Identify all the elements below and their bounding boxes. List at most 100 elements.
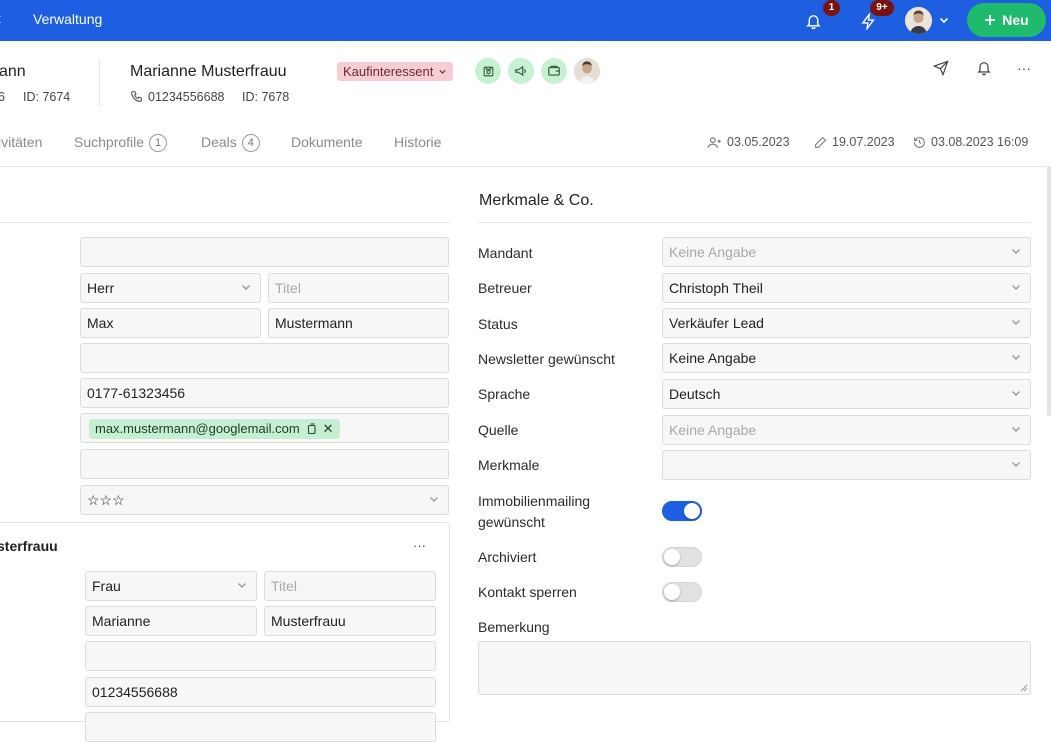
plus-icon bbox=[985, 15, 996, 25]
tab-documents[interactable]: Dokumente bbox=[291, 134, 363, 152]
phone-field[interactable]: 0177-61323456 bbox=[80, 378, 449, 408]
left-section-divider bbox=[0, 222, 450, 223]
mandant-value: Keine Angabe bbox=[669, 244, 757, 260]
rating-stars: ☆☆☆ bbox=[87, 492, 125, 508]
title-field[interactable]: Titel bbox=[268, 273, 449, 303]
email-chip-value: max.mustermann@googlemail.com bbox=[95, 421, 300, 436]
new-button[interactable]: Neu bbox=[967, 3, 1046, 37]
card-more-options-icon[interactable]: ··· bbox=[413, 538, 426, 553]
card-next-field[interactable] bbox=[85, 712, 436, 742]
tabs-divider bbox=[0, 166, 1051, 167]
nav-item-verwaltung[interactable]: Verwaltung bbox=[33, 11, 102, 27]
history-icon bbox=[914, 136, 925, 148]
user-avatar[interactable] bbox=[905, 7, 932, 34]
wallet-icon[interactable] bbox=[541, 58, 567, 84]
send-icon[interactable] bbox=[930, 58, 952, 78]
card-salutation-select[interactable]: Frau bbox=[85, 571, 257, 601]
tab-deals[interactable]: Deals 4 bbox=[201, 134, 260, 153]
archived-toggle[interactable] bbox=[662, 547, 702, 567]
mandant-label: Mandant bbox=[478, 245, 533, 261]
created-date-value: 03.05.2023 bbox=[727, 135, 790, 149]
more-options-icon[interactable]: ··· bbox=[1013, 58, 1035, 78]
card-last-name-field[interactable]: Musterfrauu bbox=[264, 606, 436, 636]
remark-label: Bemerkung bbox=[478, 619, 550, 635]
contact-phone: 01234556688 bbox=[148, 90, 225, 104]
first-name-field[interactable]: Max bbox=[80, 308, 261, 338]
tab-activities[interactable]: ivitäten bbox=[0, 134, 42, 152]
phone-icon bbox=[130, 90, 143, 106]
features-select[interactable] bbox=[662, 450, 1031, 480]
language-select[interactable]: Deutsch bbox=[662, 379, 1031, 409]
new-button-label: Neu bbox=[1002, 12, 1029, 28]
edited-date: 19.07.2023 bbox=[814, 135, 895, 149]
block-contact-toggle[interactable] bbox=[662, 582, 702, 602]
features-section-title: Merkmale & Co. bbox=[479, 192, 594, 209]
status-select[interactable]: Verkäufer Lead bbox=[662, 308, 1031, 338]
created-date: 03.05.2023 bbox=[707, 135, 790, 149]
rating-select[interactable]: ☆☆☆ bbox=[80, 485, 449, 515]
chevron-down-icon bbox=[1010, 274, 1022, 302]
tab-label: Suchprofile bbox=[74, 134, 145, 150]
edited-date-value: 19.07.2023 bbox=[832, 135, 895, 149]
salutation-value: Herr bbox=[87, 280, 115, 296]
tab-search-profiles[interactable]: Suchprofile 1 bbox=[74, 134, 168, 153]
advisor-avatar[interactable] bbox=[574, 58, 600, 84]
header-divider bbox=[99, 60, 100, 106]
company-field[interactable] bbox=[80, 237, 449, 267]
chevron-down-icon bbox=[236, 572, 248, 600]
card-phone-field[interactable]: 01234556688 bbox=[85, 677, 436, 707]
property-mailing-label-line1: Immobilienmailing bbox=[478, 493, 591, 509]
advisor-value: Christoph Theil bbox=[669, 280, 763, 296]
status-label: Status bbox=[478, 316, 518, 332]
copy-icon[interactable] bbox=[306, 423, 317, 435]
property-mailing-toggle[interactable] bbox=[662, 501, 702, 521]
source-select[interactable]: Keine Angabe bbox=[662, 415, 1031, 445]
additional-name-field[interactable] bbox=[80, 343, 449, 373]
remark-textarea[interactable] bbox=[478, 641, 1031, 695]
source-value: Keine Angabe bbox=[669, 422, 757, 438]
chevron-down-icon bbox=[1010, 238, 1022, 266]
chevron-down-icon bbox=[1010, 451, 1022, 479]
previous-contact-name[interactable]: ann bbox=[0, 63, 26, 81]
tab-count-badge: 4 bbox=[241, 134, 260, 153]
nav-item-partial[interactable]: t bbox=[0, 11, 1, 26]
email-chip[interactable]: max.mustermann@googlemail.com ✕ bbox=[89, 419, 340, 439]
last-name-field[interactable]: Mustermann bbox=[268, 308, 449, 338]
remove-email-icon[interactable]: ✕ bbox=[323, 419, 334, 439]
notifications-bell-icon[interactable] bbox=[802, 10, 824, 32]
toggle-knob bbox=[684, 503, 700, 519]
contact-id: ID: 7678 bbox=[242, 90, 290, 104]
language-value: Deutsch bbox=[669, 386, 721, 402]
toggle-knob bbox=[664, 584, 680, 600]
newsletter-label: Newsletter gewünscht bbox=[478, 351, 615, 367]
save-document-icon[interactable] bbox=[475, 58, 501, 84]
tab-label: Deals bbox=[201, 134, 237, 150]
newsletter-select[interactable]: Keine Angabe bbox=[662, 343, 1031, 373]
salutation-select[interactable]: Herr bbox=[80, 273, 261, 303]
advisor-select[interactable]: Christoph Theil bbox=[662, 273, 1031, 303]
card-title-field[interactable]: Titel bbox=[264, 571, 436, 601]
website-field[interactable] bbox=[80, 449, 449, 479]
source-label: Quelle bbox=[478, 422, 519, 438]
contact-status-label: Kaufinteressent bbox=[343, 64, 434, 79]
tab-history[interactable]: Historie bbox=[394, 134, 441, 152]
megaphone-icon[interactable] bbox=[508, 58, 534, 84]
activity-count-badge: 9+ bbox=[870, 0, 894, 16]
toggle-knob bbox=[664, 549, 680, 565]
notification-bell-icon[interactable] bbox=[973, 58, 995, 78]
language-label: Sprache bbox=[478, 386, 531, 402]
mandant-select[interactable]: Keine Angabe bbox=[662, 237, 1031, 267]
card-first-name-field[interactable]: Marianne bbox=[85, 606, 257, 636]
resize-handle-icon[interactable] bbox=[1020, 684, 1028, 692]
card-additional-field[interactable] bbox=[85, 641, 436, 671]
features-label: Merkmale bbox=[478, 457, 540, 473]
property-mailing-label-line2: gewünscht bbox=[478, 514, 545, 530]
contact-status-dropdown[interactable]: Kaufinteressent bbox=[337, 62, 454, 81]
chevron-down-icon bbox=[1010, 344, 1022, 372]
archived-label: Archiviert bbox=[478, 549, 537, 565]
newsletter-value: Keine Angabe bbox=[669, 350, 757, 366]
scrollbar[interactable] bbox=[1047, 166, 1051, 416]
features-divider bbox=[478, 222, 1031, 223]
tab-count-badge: 1 bbox=[149, 134, 168, 153]
chevron-down-icon[interactable] bbox=[938, 13, 950, 29]
